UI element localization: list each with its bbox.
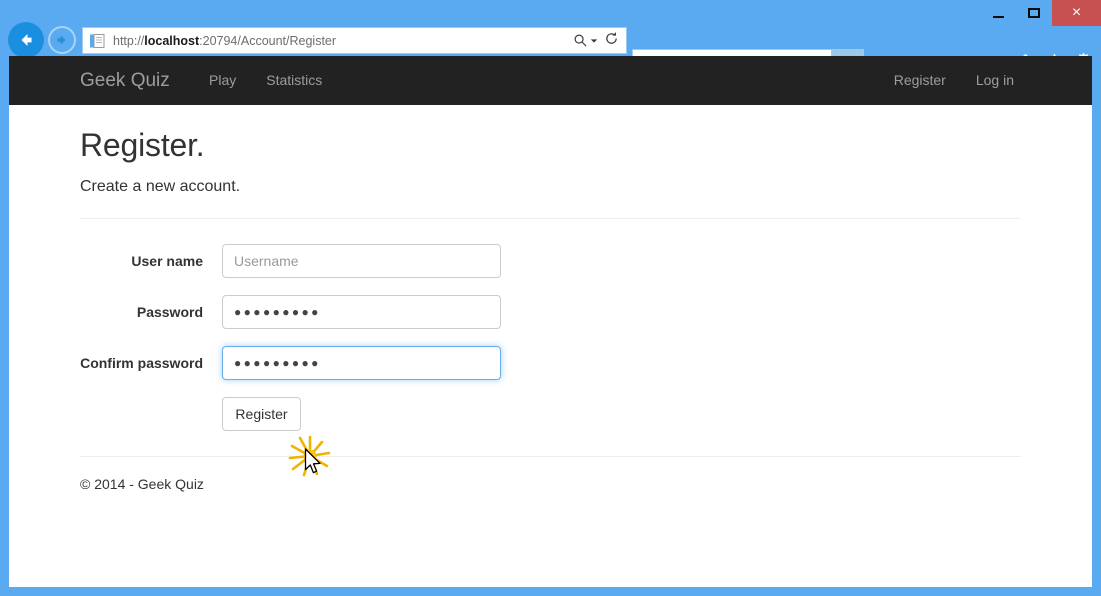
address-bar-url: http://localhost:20794/Account/Register <box>113 34 573 48</box>
form-actions: Register <box>80 397 1021 431</box>
page-viewport: Geek Quiz Play Statistics Register Log i… <box>9 56 1092 587</box>
site-nav-account-links: Register Log in <box>879 56 1029 105</box>
minimize-icon <box>993 16 1004 18</box>
refresh-icon[interactable] <box>604 31 619 51</box>
forward-button[interactable] <box>48 26 76 54</box>
close-icon: × <box>1072 5 1081 21</box>
back-arrow-icon <box>16 30 36 50</box>
page-title: Register. <box>80 127 1021 164</box>
form-row-password: Password ●●●●●●●●● <box>80 295 1021 329</box>
password-input[interactable]: ●●●●●●●●● <box>222 295 501 329</box>
nav-item-play[interactable]: Play <box>194 56 251 105</box>
form-row-user-name: User name <box>80 244 1021 278</box>
register-form: User name Password ●●●●●●●●● Confirm pas… <box>80 244 1021 431</box>
browser-toolbar: http://localhost:20794/Account/Register <box>0 22 1101 58</box>
label-user-name: User name <box>80 244 222 269</box>
footer-divider <box>80 456 1021 457</box>
confirm-password-masked-value: ●●●●●●●●● <box>234 347 489 379</box>
user-name-input[interactable] <box>222 244 501 278</box>
password-masked-value: ●●●●●●●●● <box>234 296 489 328</box>
confirm-password-input[interactable]: ●●●●●●●●● <box>222 346 501 380</box>
page-icon <box>89 33 105 49</box>
maximize-icon <box>1028 8 1040 18</box>
label-password: Password <box>80 295 222 320</box>
site-navbar: Geek Quiz Play Statistics Register Log i… <box>9 56 1092 105</box>
form-row-confirm-password: Confirm password ●●●●●●●●● <box>80 346 1021 380</box>
address-bar[interactable]: http://localhost:20794/Account/Register <box>82 27 627 54</box>
label-confirm-password: Confirm password <box>80 346 222 371</box>
footer-copyright: © 2014 - Geek Quiz <box>80 476 1021 492</box>
nav-item-register[interactable]: Register <box>879 56 961 105</box>
back-button[interactable] <box>8 22 44 58</box>
search-icon[interactable] <box>573 33 598 48</box>
nav-item-statistics[interactable]: Statistics <box>251 56 337 105</box>
address-bar-actions <box>573 31 619 51</box>
page-subtitle: Create a new account. <box>80 178 1021 196</box>
register-submit-button[interactable]: Register <box>222 397 301 431</box>
forward-arrow-icon <box>54 32 70 48</box>
browser-window: × http://lo <box>0 0 1101 596</box>
chevron-down-icon <box>590 37 598 45</box>
nav-item-log-in[interactable]: Log in <box>961 56 1029 105</box>
site-nav-links: Play Statistics <box>194 56 337 105</box>
site-brand-geek-quiz[interactable]: Geek Quiz <box>80 56 170 105</box>
title-divider <box>80 218 1021 219</box>
page-container: Register. Create a new account. User nam… <box>9 127 1092 492</box>
